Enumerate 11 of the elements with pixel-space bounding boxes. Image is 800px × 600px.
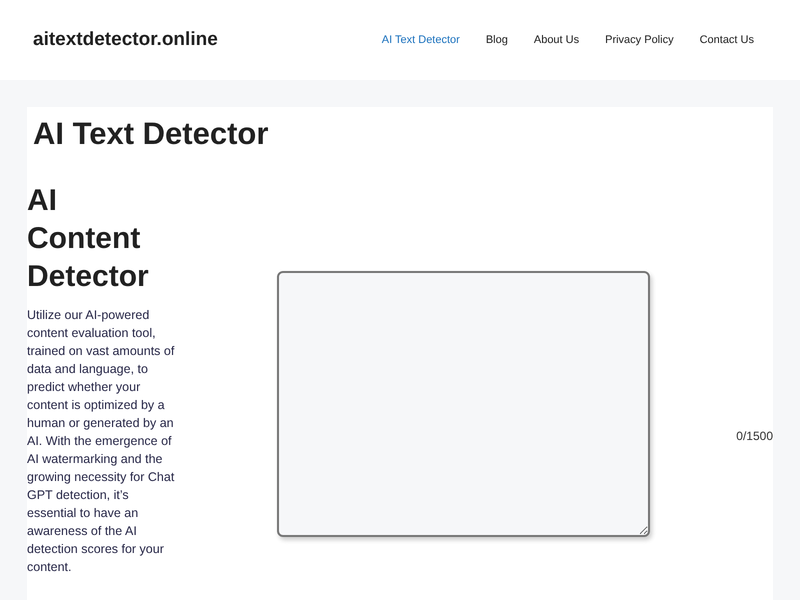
page-title: AI Text Detector bbox=[32, 115, 270, 152]
nav-link[interactable]: AI Text Detector bbox=[368, 32, 473, 48]
nav-link[interactable]: About Us bbox=[520, 32, 592, 48]
text-input-field[interactable] bbox=[277, 271, 650, 538]
nav-link[interactable]: Privacy Policy bbox=[592, 32, 687, 48]
nav-link[interactable]: Contact Us bbox=[686, 32, 767, 48]
section-heading: AI Content Detector bbox=[27, 183, 150, 296]
character-counter: 0/1500 bbox=[736, 428, 773, 446]
intro-paragraph: Utilize our AI-powered content evaluation tool, trained on vast amounts of data and language, to predict whether your content is optimized by a human or generated by an AI. With the emergence of AI watermarking and the growing necessity for Chat GPT detection, it’s essential to have an awareness of the AI detection scores for your content. bbox=[27, 307, 176, 576]
site-title[interactable]: aitextdetector.online bbox=[33, 26, 218, 54]
nav-link[interactable]: Blog bbox=[472, 32, 521, 48]
